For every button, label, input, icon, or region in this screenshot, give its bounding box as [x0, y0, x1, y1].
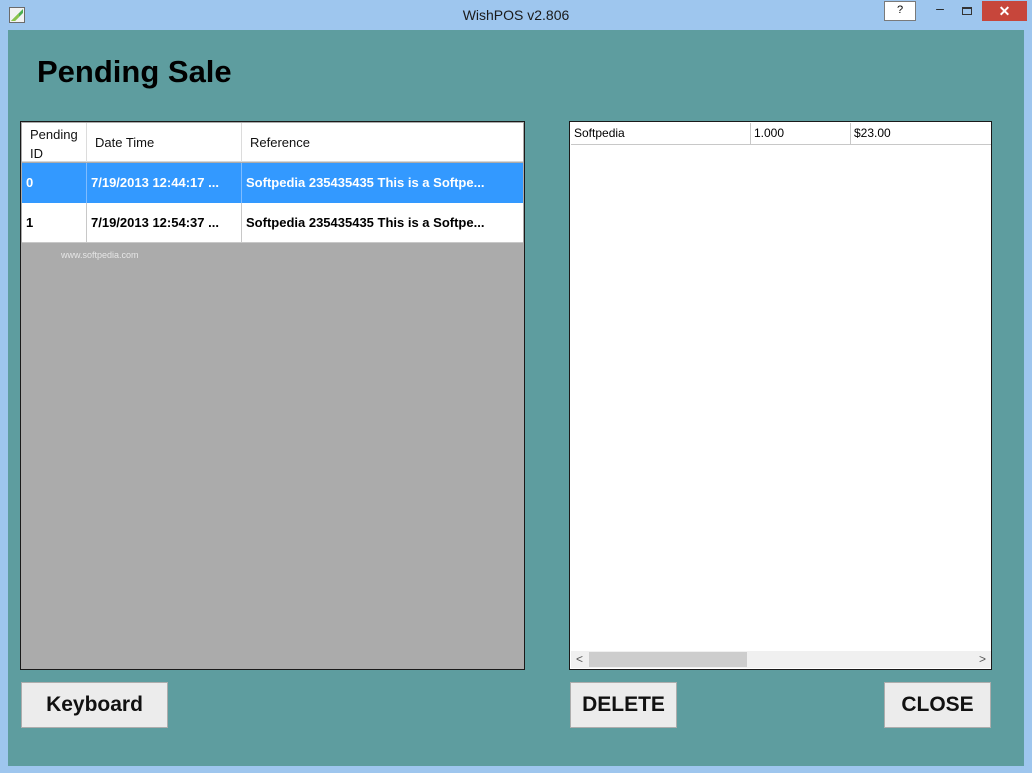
- scroll-right-icon[interactable]: >: [974, 651, 991, 668]
- cell-pending-id: 1: [22, 203, 87, 243]
- header-id-line2: ID: [30, 146, 43, 161]
- scroll-left-icon[interactable]: <: [571, 651, 588, 668]
- app-window: WishPOS v2.806 ? – ✕ Pending Sale Pendin…: [0, 0, 1032, 773]
- minimize-button[interactable]: –: [926, 1, 954, 21]
- cell-reference: Softpedia 235435435 This is a Softpe...: [246, 215, 485, 230]
- pending-sales-grid[interactable]: Pending ID Date Time Reference www.softp…: [20, 121, 525, 670]
- column-header-pending-id[interactable]: Pending ID: [22, 123, 87, 162]
- cell-item-name: Softpedia: [571, 123, 751, 144]
- window-title: WishPOS v2.806: [462, 7, 570, 23]
- column-header-reference[interactable]: Reference: [242, 123, 523, 162]
- title-bar[interactable]: WishPOS v2.806 ? – ✕: [0, 0, 1032, 30]
- keyboard-button[interactable]: Keyboard: [21, 682, 168, 728]
- window-close-button[interactable]: ✕: [982, 1, 1027, 21]
- cell-date-time: 7/19/2013 12:54:37 ...: [87, 203, 242, 243]
- cell-pending-id: 0: [22, 163, 87, 203]
- delete-button[interactable]: DELETE: [570, 682, 677, 728]
- scrollbar-thumb[interactable]: [589, 652, 747, 667]
- header-id-line1: Pending: [30, 127, 78, 142]
- maximize-icon: [962, 7, 972, 15]
- cell-item-quantity: 1.000: [751, 123, 851, 144]
- horizontal-scrollbar[interactable]: < >: [571, 651, 991, 668]
- sale-items-grid[interactable]: Softpedia 1.000 $23.00 < >: [569, 121, 992, 670]
- page-title: Pending Sale: [37, 54, 232, 89]
- pending-row-selected[interactable]: 0 7/19/2013 12:44:17 ... Softpedia 23543…: [22, 163, 523, 203]
- pending-row[interactable]: 1 7/19/2013 12:54:37 ... Softpedia 23543…: [22, 203, 523, 243]
- maximize-button[interactable]: [954, 1, 980, 21]
- cell-date-time: 7/19/2013 12:44:17 ...: [87, 163, 242, 203]
- cell-reference: Softpedia 235435435 This is a Softpe...: [246, 175, 485, 190]
- sale-item-row[interactable]: Softpedia 1.000 $23.00: [571, 123, 991, 145]
- watermark-text: www.softpedia.com: [61, 250, 139, 260]
- client-area: Pending Sale Pending ID Date Time Refere…: [8, 30, 1024, 766]
- pending-grid-header: Pending ID Date Time Reference: [22, 123, 523, 162]
- close-button[interactable]: CLOSE: [884, 682, 991, 728]
- cell-item-price: $23.00: [854, 126, 891, 140]
- help-button[interactable]: ?: [884, 1, 916, 21]
- column-header-date-time[interactable]: Date Time: [87, 123, 242, 162]
